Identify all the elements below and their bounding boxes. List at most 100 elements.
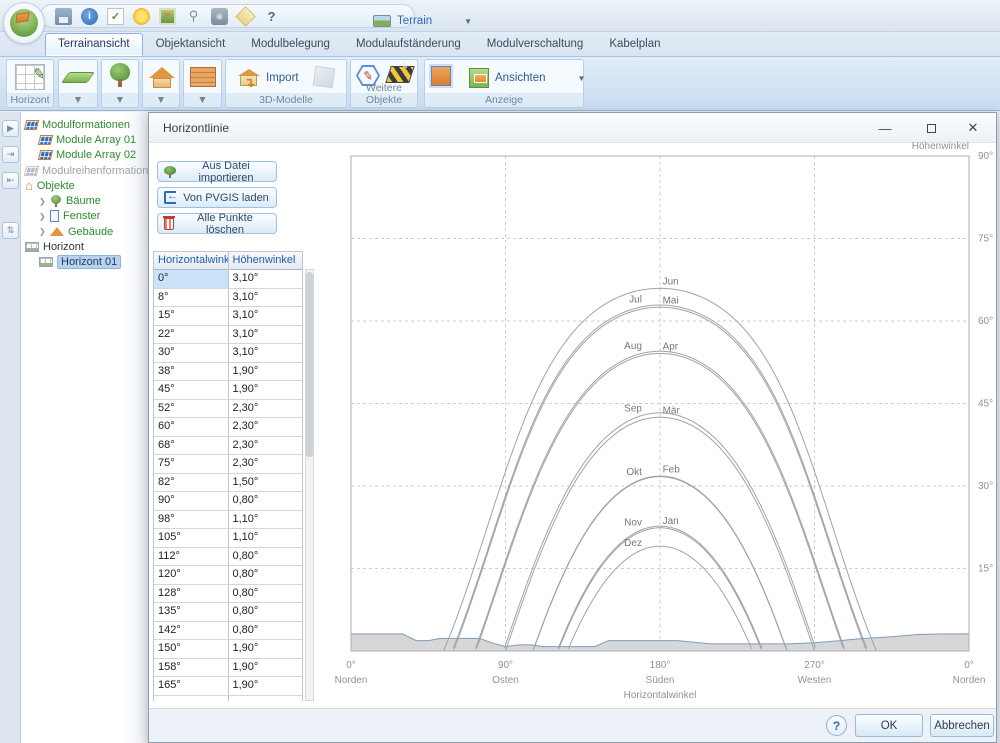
close-button[interactable]: ✕	[958, 118, 988, 138]
play-button[interactable]: ▶	[2, 120, 19, 137]
table-cell[interactable]: 1,10°	[229, 529, 304, 548]
table-cell[interactable]: 82°	[154, 474, 229, 493]
table-cell[interactable]: 0,80°	[229, 622, 304, 641]
sidebar-item-objekte[interactable]: ⌂Objekte	[21, 178, 147, 193]
table-cell[interactable]: 22°	[154, 326, 229, 345]
image-icon[interactable]	[159, 8, 176, 25]
ok-button[interactable]: OK	[855, 714, 923, 737]
table-cell[interactable]: 112°	[154, 548, 229, 567]
save-icon[interactable]	[55, 8, 72, 25]
tree-expand-button[interactable]: ⇥	[2, 146, 19, 163]
table-cell[interactable]: 142°	[154, 622, 229, 641]
sun-icon[interactable]	[133, 8, 150, 25]
camera-icon[interactable]	[211, 8, 228, 25]
hatched-area-button[interactable]	[388, 66, 412, 83]
minimize-button[interactable]: —	[870, 118, 900, 138]
table-cell[interactable]: 98°	[154, 511, 229, 530]
table-cell[interactable]: 0,80°	[229, 492, 304, 511]
table-cell[interactable]: 0,80°	[229, 603, 304, 622]
package-icon[interactable]	[235, 6, 255, 26]
table-cell[interactable]: 1,90°	[229, 363, 304, 382]
table-cell[interactable]: 15°	[154, 307, 229, 326]
import-3d-model-button[interactable]: ↴ Import	[230, 66, 307, 90]
chevron-down-icon[interactable]: ▼	[59, 94, 97, 106]
table-cell[interactable]: 0°	[154, 270, 229, 289]
table-cell[interactable]: 75°	[154, 455, 229, 474]
table-cell[interactable]: 0,80°	[229, 585, 304, 604]
table-cell[interactable]: 1,90°	[229, 659, 304, 678]
table-cell[interactable]	[154, 696, 229, 702]
chevron-right-icon[interactable]: ❯	[39, 212, 46, 221]
add-tree-button[interactable]	[110, 63, 130, 87]
load-from-pvgis-button[interactable]: Von PVGIS laden	[157, 187, 277, 208]
table-cell[interactable]: 68°	[154, 437, 229, 456]
tab-terrainansicht[interactable]: Terrainansicht	[45, 33, 143, 56]
table-cell[interactable]: 1,90°	[229, 381, 304, 400]
table-cell[interactable]: 3,10°	[229, 307, 304, 326]
help-button[interactable]: ?	[826, 715, 847, 736]
chevron-down-icon[interactable]: ▼	[102, 94, 138, 106]
table-cell[interactable]: 3,10°	[229, 326, 304, 345]
table-cell[interactable]: 2,30°	[229, 455, 304, 474]
sidebar-item-horizont[interactable]: Horizont	[21, 239, 147, 254]
sidebar-item-fenster[interactable]: ❯Fenster	[21, 209, 147, 224]
table-cell[interactable]: 135°	[154, 603, 229, 622]
table-cell[interactable]: 90°	[154, 492, 229, 511]
checklist-icon[interactable]: ✓	[107, 8, 124, 25]
dialog-title-bar[interactable]: Horizontlinie — ✕	[149, 113, 996, 143]
sidebar-item-b-ume[interactable]: ❯Bäume	[21, 193, 147, 208]
tab-objektansicht[interactable]: Objektansicht	[143, 33, 239, 56]
view-selector-dropdown[interactable]: Terrain ▼	[363, 9, 482, 33]
import-from-file-button[interactable]: Aus Datei importieren	[157, 161, 277, 182]
table-cell[interactable]: 158°	[154, 659, 229, 678]
sidebar-item-module-array-01[interactable]: Module Array 01	[21, 132, 147, 147]
terrain-plane-button[interactable]	[65, 64, 91, 83]
table-cell[interactable]: 150°	[154, 640, 229, 659]
table-cell[interactable]: 105°	[154, 529, 229, 548]
table-cell[interactable]: 8°	[154, 289, 229, 308]
sidebar-item-module-array-02[interactable]: Module Array 02	[21, 148, 147, 163]
sidebar-item-geb-ude[interactable]: ❯Gebäude	[21, 224, 147, 239]
tab-kabelplan[interactable]: Kabelplan	[596, 33, 673, 56]
table-cell[interactable]: 0,80°	[229, 566, 304, 585]
app-logo[interactable]	[3, 2, 45, 44]
sidebar-item-modulreihenformationen[interactable]: Modulreihenformationen	[21, 163, 147, 178]
table-cell[interactable]: 2,30°	[229, 437, 304, 456]
column-header[interactable]: Horizontalwinkel	[154, 252, 229, 270]
column-header[interactable]: Höhenwinkel	[229, 252, 304, 270]
ansichten-dropdown-button[interactable]: Ansichten ▼	[461, 65, 593, 91]
tree-sync-button[interactable]: ⇅	[2, 222, 19, 239]
help-icon[interactable]: ?	[263, 8, 280, 25]
sidebar-item-modulformationen[interactable]: Modulformationen	[21, 117, 147, 132]
key-icon[interactable]: ⚲	[185, 8, 202, 25]
add-wall-button[interactable]	[190, 63, 216, 87]
scrollbar-thumb[interactable]	[306, 272, 313, 457]
table-cell[interactable]: 45°	[154, 381, 229, 400]
chevron-down-icon[interactable]: ▼	[143, 94, 179, 106]
table-cell[interactable]: 2,30°	[229, 418, 304, 437]
table-cell[interactable]: 120°	[154, 566, 229, 585]
cancel-button[interactable]: Abbrechen	[930, 714, 994, 737]
table-cell[interactable]	[229, 696, 304, 702]
table-cell[interactable]: 3,10°	[229, 289, 304, 308]
tab-modulverschaltung[interactable]: Modulverschaltung	[474, 33, 597, 56]
table-cell[interactable]: 0,80°	[229, 548, 304, 567]
table-cell[interactable]: 128°	[154, 585, 229, 604]
chevron-right-icon[interactable]: ❯	[39, 197, 46, 206]
table-cell[interactable]: 60°	[154, 418, 229, 437]
table-cell[interactable]: 1,10°	[229, 511, 304, 530]
maximize-button[interactable]	[916, 118, 946, 138]
table-scrollbar[interactable]	[305, 269, 314, 701]
table-cell[interactable]: 2,30°	[229, 400, 304, 419]
chevron-down-icon[interactable]: ▼	[184, 94, 221, 106]
horizont-button[interactable]	[15, 64, 45, 90]
sidebar-item-horizont-01[interactable]: Horizont 01	[21, 255, 147, 270]
table-cell[interactable]: 1,90°	[229, 677, 304, 696]
table-cell[interactable]: 3,10°	[229, 270, 304, 289]
table-cell[interactable]: 3,10°	[229, 344, 304, 363]
info-icon[interactable]: i	[81, 8, 98, 25]
tab-modulaufst-nderung[interactable]: Modulaufständerung	[343, 33, 474, 56]
add-building-button[interactable]	[149, 63, 175, 89]
panel-display-button[interactable]	[431, 66, 451, 86]
table-cell[interactable]: 1,90°	[229, 640, 304, 659]
